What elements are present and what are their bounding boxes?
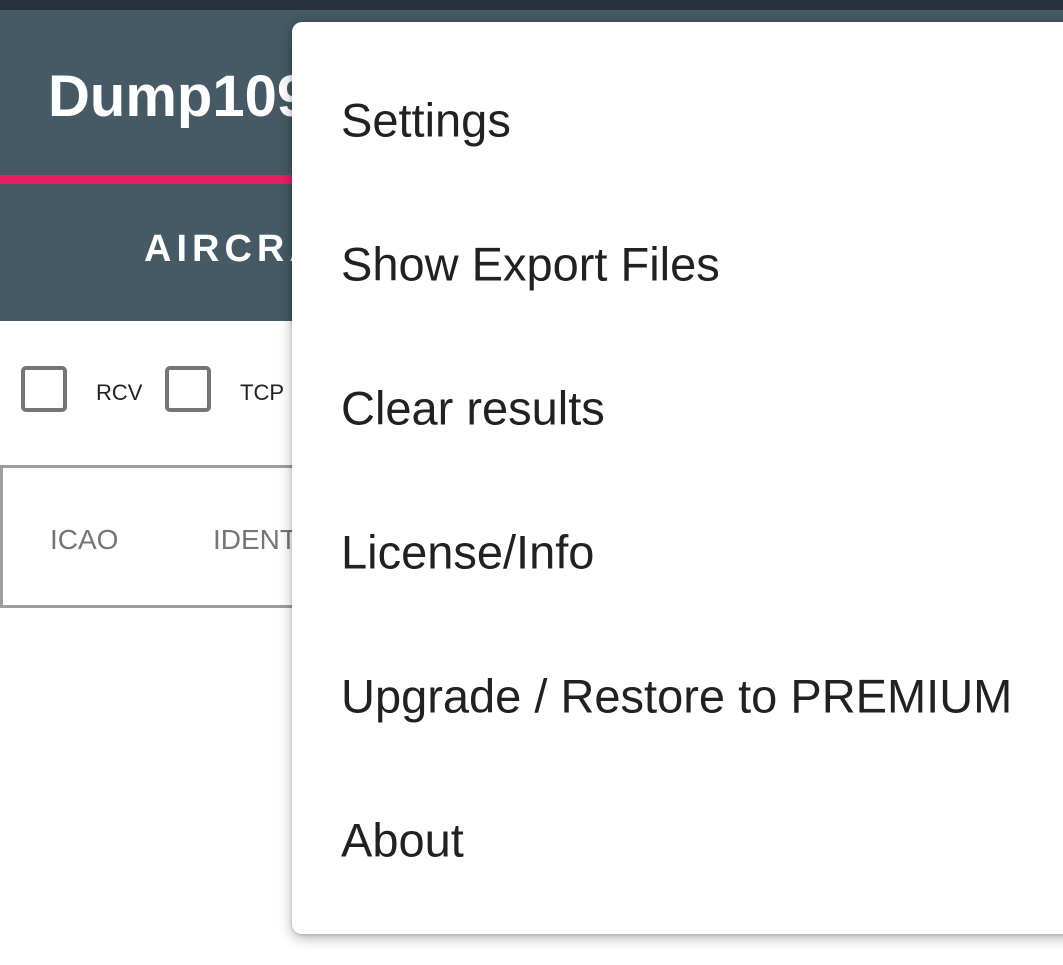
menu-item-label: Clear results bbox=[341, 381, 605, 435]
menu-item-upgrade-premium[interactable]: Upgrade / Restore to PREMIUM bbox=[292, 624, 1063, 768]
menu-item-license-info[interactable]: License/Info bbox=[292, 480, 1063, 624]
column-header-icao[interactable]: ICAO bbox=[50, 524, 118, 556]
overflow-menu: Settings Show Export Files Clear results… bbox=[292, 22, 1063, 934]
rcv-checkbox[interactable] bbox=[21, 366, 67, 412]
menu-item-clear-results[interactable]: Clear results bbox=[292, 336, 1063, 480]
menu-item-label: Upgrade / Restore to PREMIUM bbox=[341, 669, 1013, 723]
tcp-label: TCP bbox=[240, 380, 284, 405]
menu-item-label: About bbox=[341, 813, 464, 867]
tab-indicator bbox=[0, 175, 300, 184]
menu-item-settings[interactable]: Settings bbox=[292, 48, 1063, 192]
column-header-ident[interactable]: IDENT bbox=[213, 524, 297, 556]
status-bar bbox=[0, 0, 1063, 10]
rcv-label: RCV bbox=[96, 380, 143, 405]
menu-item-label: Show Export Files bbox=[341, 237, 720, 291]
menu-item-about[interactable]: About bbox=[292, 768, 1063, 912]
menu-item-show-export-files[interactable]: Show Export Files bbox=[292, 192, 1063, 336]
tcp-checkbox[interactable] bbox=[165, 366, 211, 412]
menu-item-label: Settings bbox=[341, 93, 511, 147]
menu-item-label: License/Info bbox=[341, 525, 595, 579]
